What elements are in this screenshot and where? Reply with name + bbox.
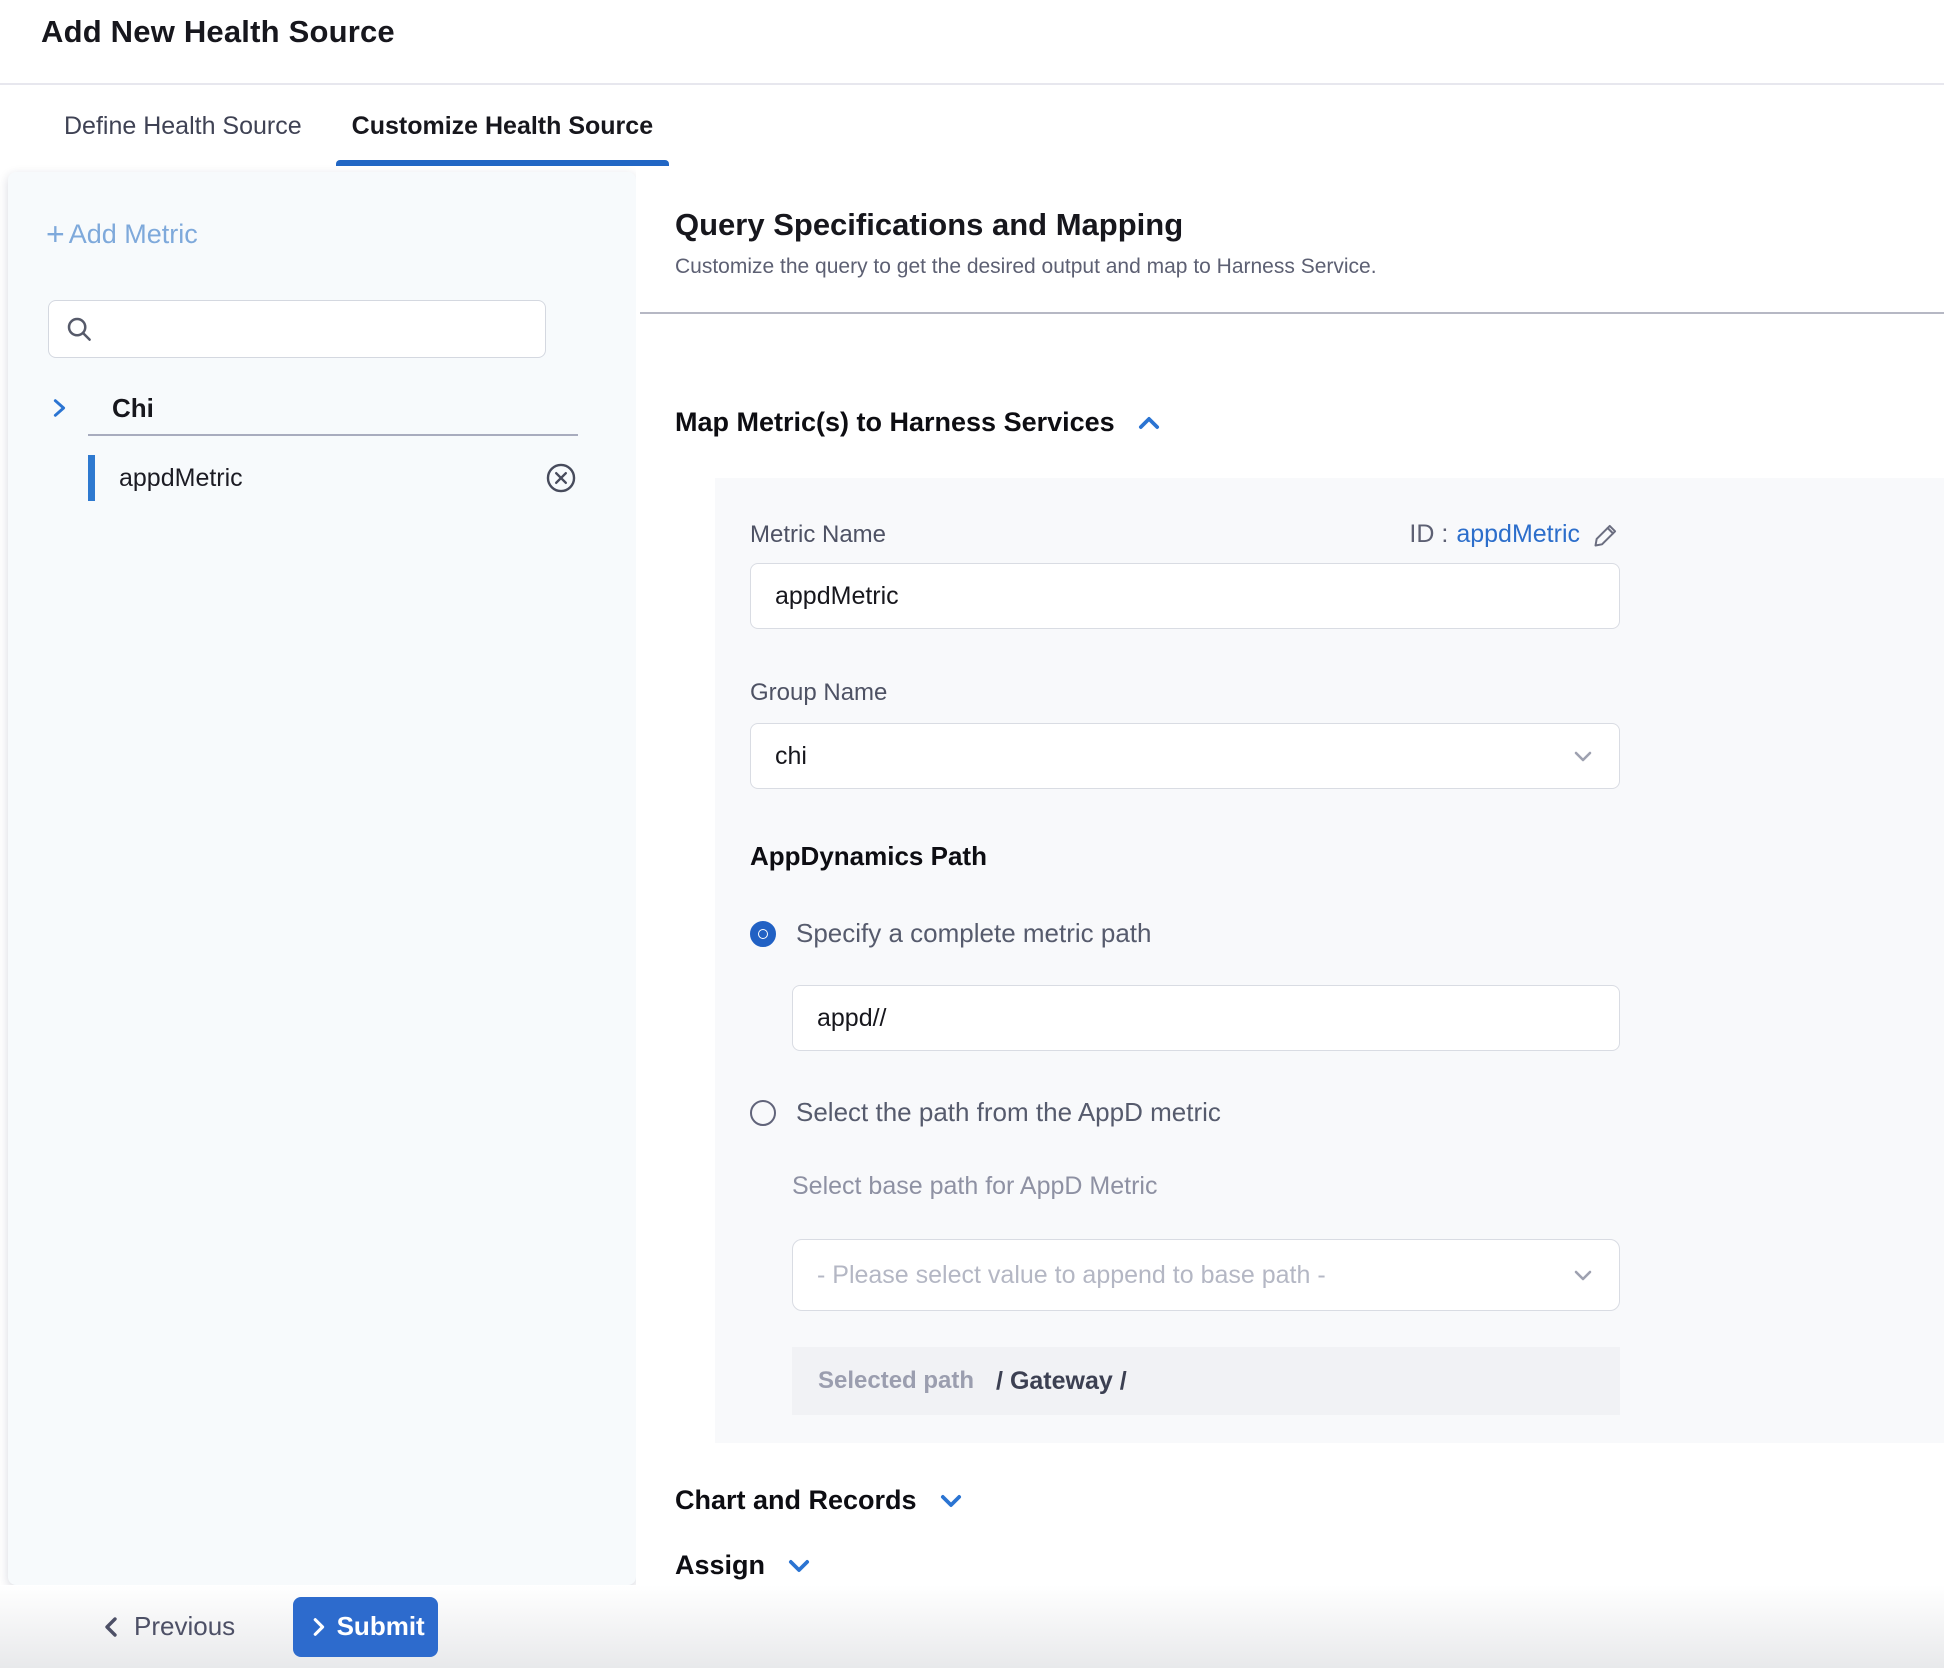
group-label: Chi (112, 393, 154, 424)
metric-search (48, 300, 546, 358)
radio-selected-icon[interactable] (750, 921, 776, 947)
tab-customize-health-source[interactable]: Customize Health Source (336, 87, 669, 166)
base-path-select[interactable]: - Please select value to append to base … (792, 1239, 1620, 1311)
edit-pencil-icon[interactable] (1592, 521, 1620, 549)
map-metrics-section-toggle[interactable]: Map Metric(s) to Harness Services (675, 407, 1944, 438)
metric-name-label: Metric Name (750, 521, 886, 549)
map-metrics-section-title: Map Metric(s) to Harness Services (675, 407, 1115, 438)
sidebar-divider (88, 434, 578, 436)
radio-select-path-from-appd[interactable]: Select the path from the AppD metric (750, 1097, 1944, 1128)
metric-name-input[interactable] (750, 563, 1620, 629)
add-metric-button[interactable]: + Add Metric (46, 218, 198, 250)
chevron-right-icon (48, 397, 70, 419)
selected-path-label: Selected path (818, 1367, 974, 1395)
base-path-label: Select base path for AppD Metric (792, 1172, 1944, 1201)
id-label: ID : (1409, 520, 1448, 549)
page-title: Add New Health Source (41, 14, 395, 50)
add-metric-label: Add Metric (69, 219, 198, 250)
radio-select-path-label: Select the path from the AppD metric (796, 1097, 1221, 1128)
appdynamics-path-title: AppDynamics Path (750, 841, 1944, 872)
tab-define-health-source[interactable]: Define Health Source (48, 87, 318, 166)
search-input[interactable] (48, 300, 546, 358)
chevron-up-icon[interactable] (1135, 409, 1163, 437)
previous-button[interactable]: Previous (100, 1611, 235, 1642)
id-value-link[interactable]: appdMetric (1456, 520, 1580, 549)
delete-metric-icon[interactable] (544, 461, 578, 495)
radio-complete-path-label: Specify a complete metric path (796, 918, 1152, 949)
group-name-label: Group Name (750, 679, 887, 707)
content-divider (640, 312, 1944, 314)
content-title: Query Specifications and Mapping (675, 207, 1944, 243)
search-icon (64, 314, 94, 344)
submit-label: Submit (337, 1611, 425, 1642)
content-subtitle: Customize the query to get the desired o… (675, 255, 1944, 279)
base-path-placeholder: - Please select value to append to base … (817, 1261, 1571, 1290)
chevron-left-icon (100, 1615, 124, 1639)
chart-and-records-title: Chart and Records (675, 1485, 917, 1516)
sidebar-group-chi[interactable]: Chi (48, 384, 588, 432)
metrics-sidebar: + Add Metric Chi appdMetric (8, 172, 636, 1585)
metric-mapping-panel: Metric Name ID : appdMetric Group Name c… (715, 478, 1944, 1443)
group-name-value: chi (775, 742, 1571, 771)
assign-section-toggle[interactable]: Assign (675, 1550, 1944, 1581)
plus-icon: + (46, 218, 65, 250)
main-content: Query Specifications and Mapping Customi… (636, 166, 1944, 1585)
previous-label: Previous (134, 1611, 235, 1642)
selected-indicator-bar (88, 455, 95, 501)
tab-label: Define Health Source (64, 112, 302, 141)
chevron-right-icon (307, 1616, 329, 1638)
group-name-select[interactable]: chi (750, 723, 1620, 789)
tab-bar: Define Health Source Customize Health So… (0, 87, 1944, 166)
tab-label: Customize Health Source (352, 112, 653, 141)
assign-title: Assign (675, 1550, 765, 1581)
complete-metric-path-input[interactable] (792, 985, 1620, 1051)
radio-complete-metric-path[interactable]: Specify a complete metric path (750, 918, 1944, 949)
chevron-down-icon[interactable] (785, 1552, 813, 1580)
footer-bar: Previous Submit (0, 1585, 1944, 1668)
chart-and-records-section-toggle[interactable]: Chart and Records (675, 1485, 1944, 1516)
chevron-down-icon (1571, 744, 1595, 768)
selected-path-row: Selected path / Gateway / (792, 1347, 1620, 1415)
sidebar-item-appdmetric[interactable]: appdMetric (88, 452, 578, 504)
radio-unselected-icon[interactable] (750, 1100, 776, 1126)
selected-path-value: / Gateway / (996, 1367, 1127, 1396)
page-header: Add New Health Source (0, 0, 1944, 85)
metric-item-label: appdMetric (119, 464, 544, 493)
chevron-down-icon[interactable] (937, 1487, 965, 1515)
submit-button[interactable]: Submit (293, 1597, 438, 1657)
chevron-down-icon (1571, 1263, 1595, 1287)
